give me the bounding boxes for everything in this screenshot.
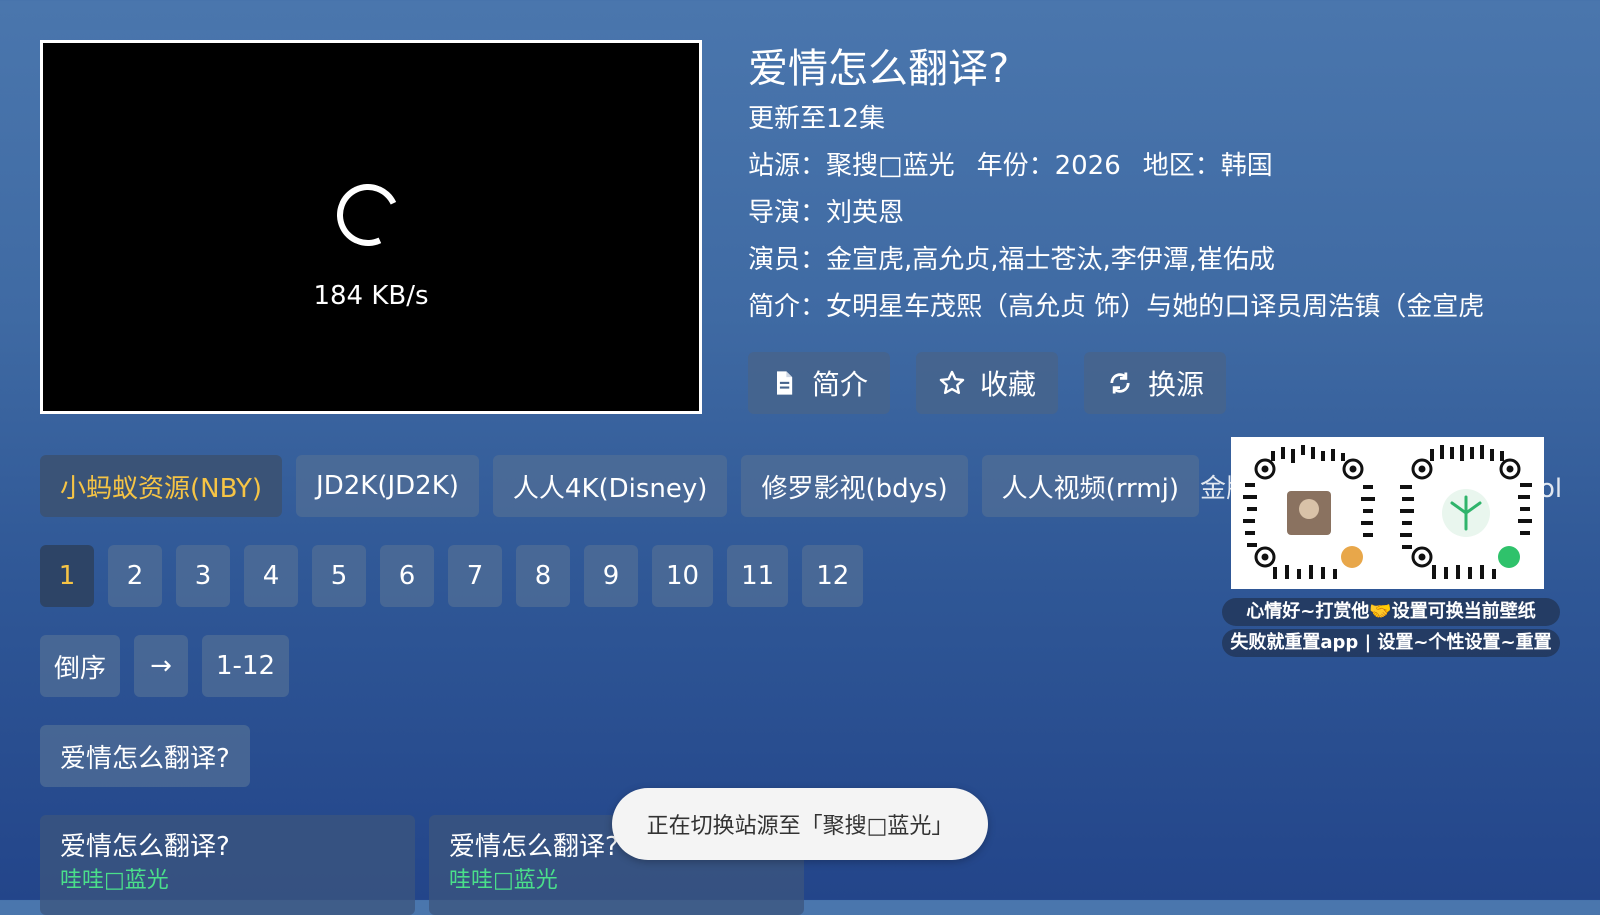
intro-meta: 简介：女明星车茂熙（高允贞 饰）与她的口译员周浩镇（金宣虎 [748, 292, 1485, 322]
episode-button[interactable]: 11 [727, 545, 789, 607]
episode-controls: 倒序 → 1-12 [40, 635, 290, 697]
source-chip[interactable]: 修罗影视(bdys) [741, 455, 968, 517]
episode-button[interactable]: 1 [40, 545, 94, 607]
episode-button[interactable]: 8 [516, 545, 570, 607]
source-chip[interactable]: 人人视频(rrmj) [981, 455, 1199, 517]
related-card[interactable]: 爱情怎么翻译? 哇哇□蓝光 [40, 815, 415, 915]
action-row: 简介 收藏 换源 [748, 352, 1227, 414]
group-row: 爱情怎么翻译? [40, 725, 250, 787]
favorite-button[interactable]: 收藏 [916, 352, 1059, 414]
qr-code-icon [1396, 443, 1536, 583]
detail-info: 爱情怎么翻译? 更新至12集 站源：聚搜□蓝光 年份：2026 地区：韩国 导演：刘… [748, 42, 1568, 331]
update-status: 更新至12集 [748, 104, 886, 134]
promo-line-2: 失败就重置app | 设置~个性设置~重置 [1222, 629, 1560, 657]
switch-source-button[interactable]: 换源 [1084, 352, 1227, 414]
episode-button[interactable]: 9 [584, 545, 638, 607]
episode-button[interactable]: 2 [108, 545, 162, 607]
qr-code-icon [1239, 443, 1379, 583]
switch-source-label: 换源 [1148, 368, 1205, 401]
refresh-icon [1110, 372, 1130, 394]
episode-button[interactable]: 10 [652, 545, 714, 607]
source-chip[interactable]: JD2K(JD2K) [296, 455, 479, 517]
episode-button[interactable]: 7 [448, 545, 502, 607]
video-player[interactable]: 184 KB/s [40, 40, 702, 414]
card-source: 哇哇□蓝光 [60, 868, 169, 893]
document-icon [777, 371, 793, 395]
card-title: 爱情怎么翻译? [60, 832, 230, 862]
episode-button[interactable]: 12 [802, 545, 864, 607]
actors-meta: 演员：金宣虎,高允贞,福士苍汰,李伊潭,崔佑成 [748, 245, 1276, 275]
source-chip[interactable]: 小蚂蚁资源(NBY) [40, 455, 283, 517]
episode-button[interactable]: 4 [244, 545, 298, 607]
video-title: 爱情怎么翻译? [748, 46, 1010, 92]
arrow-right-button[interactable]: → [134, 635, 189, 697]
meta-line: 站源：聚搜□蓝光 年份：2026 地区：韩国 [748, 143, 1568, 190]
episode-range-button[interactable]: 1-12 [202, 635, 290, 697]
source-meta: 站源：聚搜□蓝光 [748, 151, 955, 181]
card-source: 哇哇□蓝光 [449, 868, 558, 893]
episode-button[interactable]: 5 [312, 545, 366, 607]
director-meta: 导演：刘英恩 [748, 198, 905, 228]
episode-button[interactable]: 3 [176, 545, 230, 607]
download-speed: 184 KB/s [313, 281, 429, 311]
promo-line-1: 心情好~打赏他🤝设置可换当前壁纸 [1222, 598, 1560, 626]
qr-code-panel [1231, 437, 1544, 589]
favorite-button-label: 收藏 [980, 368, 1037, 401]
year-meta: 年份：2026 [976, 151, 1121, 181]
episode-list: 1 2 3 4 5 6 7 8 9 10 11 12 [40, 545, 864, 607]
intro-button-label: 简介 [812, 368, 869, 401]
intro-button[interactable]: 简介 [748, 352, 891, 414]
toast-message: 正在切换站源至「聚搜□蓝光」 [612, 788, 988, 860]
loading-spinner-icon [328, 175, 408, 255]
source-chip[interactable]: 人人4K(Disney) [492, 455, 728, 517]
region-meta: 地区：韩国 [1142, 151, 1273, 181]
reverse-order-button[interactable]: 倒序 [40, 635, 121, 697]
star-icon [939, 370, 965, 395]
group-chip[interactable]: 爱情怎么翻译? [40, 725, 250, 787]
source-list: 小蚂蚁资源(NBY) JD2K(JD2K) 人人4K(Disney) 修罗影视(… [40, 455, 1199, 517]
episode-button[interactable]: 6 [380, 545, 434, 607]
